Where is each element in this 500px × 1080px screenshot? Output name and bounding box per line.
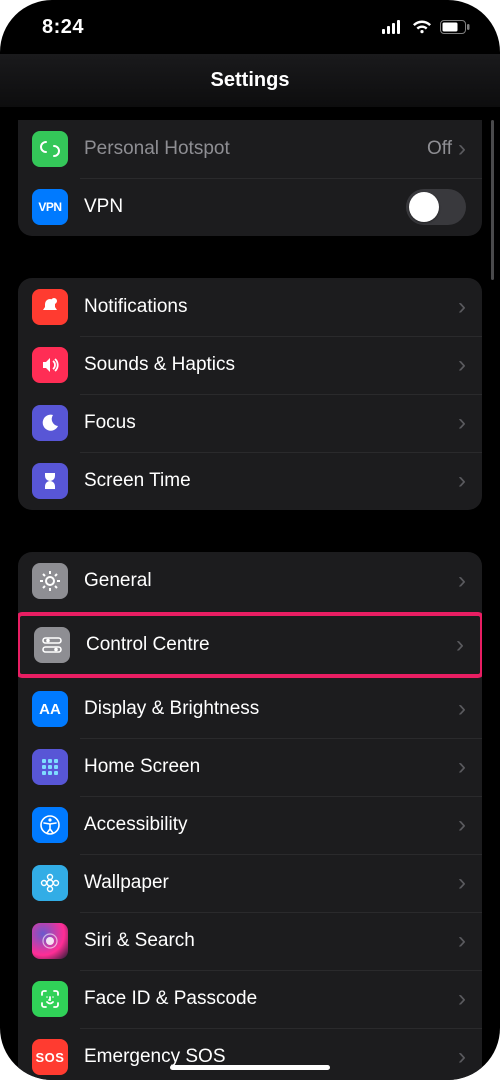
row-siri[interactable]: Siri & Search › (18, 912, 482, 970)
row-faceid[interactable]: Face ID & Passcode › (18, 970, 482, 1028)
row-display[interactable]: AA Display & Brightness › (18, 680, 482, 738)
group-notifications: Notifications › Sounds & Haptics › Focus… (18, 278, 482, 510)
notifications-icon (32, 289, 68, 325)
row-sounds[interactable]: Sounds & Haptics › (18, 336, 482, 394)
vpn-icon: VPN (32, 189, 68, 225)
row-vpn[interactable]: VPN VPN (18, 178, 482, 236)
row-label: Wallpaper (84, 872, 458, 894)
wallpaper-icon (32, 865, 68, 901)
siri-icon (32, 923, 68, 959)
accessibility-icon (32, 807, 68, 843)
row-label: Accessibility (84, 814, 458, 836)
wifi-icon (412, 20, 432, 34)
faceid-icon (32, 981, 68, 1017)
row-label: Siri & Search (84, 930, 458, 952)
chevron-icon: › (458, 353, 466, 377)
row-focus[interactable]: Focus › (18, 394, 482, 452)
row-label: Face ID & Passcode (84, 988, 458, 1010)
row-label: Home Screen (84, 756, 458, 778)
group-general: General › Control Centre › AA Display & … (18, 552, 482, 1080)
battery-icon (440, 20, 470, 34)
chevron-icon: › (458, 569, 466, 593)
row-accessibility[interactable]: Accessibility › (18, 796, 482, 854)
chevron-icon: › (458, 697, 466, 721)
navbar: Settings (0, 54, 500, 108)
chevron-icon: › (458, 469, 466, 493)
row-personal-hotspot[interactable]: Personal Hotspot Off › (18, 120, 482, 178)
row-label: Control Centre (86, 634, 456, 656)
notch (165, 0, 335, 32)
homescreen-icon (32, 749, 68, 785)
chevron-icon: › (458, 137, 466, 161)
chevron-icon: › (458, 411, 466, 435)
row-label: Screen Time (84, 470, 458, 492)
group-connectivity: Personal Hotspot Off › VPN VPN (18, 120, 482, 236)
toggle-knob (409, 192, 439, 222)
row-control-centre[interactable]: Control Centre › (20, 616, 480, 674)
status-right (382, 20, 470, 34)
row-label: Sounds & Haptics (84, 354, 458, 376)
screentime-icon (32, 463, 68, 499)
row-homescreen[interactable]: Home Screen › (18, 738, 482, 796)
row-label: General (84, 570, 458, 592)
hotspot-icon (32, 131, 68, 167)
sos-icon: SOS (32, 1039, 68, 1075)
row-wallpaper[interactable]: Wallpaper › (18, 854, 482, 912)
row-label: VPN (84, 196, 406, 218)
vpn-toggle[interactable] (406, 189, 466, 225)
chevron-icon: › (458, 295, 466, 319)
row-detail: Off (427, 138, 452, 160)
row-emergency-sos[interactable]: SOS Emergency SOS › (18, 1028, 482, 1080)
chevron-icon: › (458, 755, 466, 779)
sounds-icon (32, 347, 68, 383)
chevron-icon: › (458, 1045, 466, 1069)
home-indicator[interactable] (170, 1065, 330, 1070)
chevron-icon: › (458, 929, 466, 953)
status-bar: 8:24 (0, 0, 500, 54)
cellular-icon (382, 20, 404, 34)
row-label: Personal Hotspot (84, 138, 427, 160)
chevron-icon: › (458, 987, 466, 1011)
device-frame: 8:24 Settings Personal Hotspot O (0, 0, 500, 1080)
row-label: Display & Brightness (84, 698, 458, 720)
focus-icon (32, 405, 68, 441)
chevron-icon: › (458, 813, 466, 837)
row-screentime[interactable]: Screen Time › (18, 452, 482, 510)
settings-list[interactable]: Personal Hotspot Off › VPN VPN Notificat… (0, 120, 500, 1080)
display-icon: AA (32, 691, 68, 727)
row-label: Notifications (84, 296, 458, 318)
general-icon (32, 563, 68, 599)
status-time: 8:24 (42, 16, 84, 39)
controlcentre-icon (34, 627, 70, 663)
row-notifications[interactable]: Notifications › (18, 278, 482, 336)
chevron-icon: › (458, 871, 466, 895)
row-label: Focus (84, 412, 458, 434)
scroll-indicator[interactable] (491, 120, 494, 280)
annotation-highlight: Control Centre › (18, 612, 482, 678)
page-title: Settings (211, 69, 290, 92)
chevron-icon: › (456, 633, 464, 657)
row-general[interactable]: General › (18, 552, 482, 610)
